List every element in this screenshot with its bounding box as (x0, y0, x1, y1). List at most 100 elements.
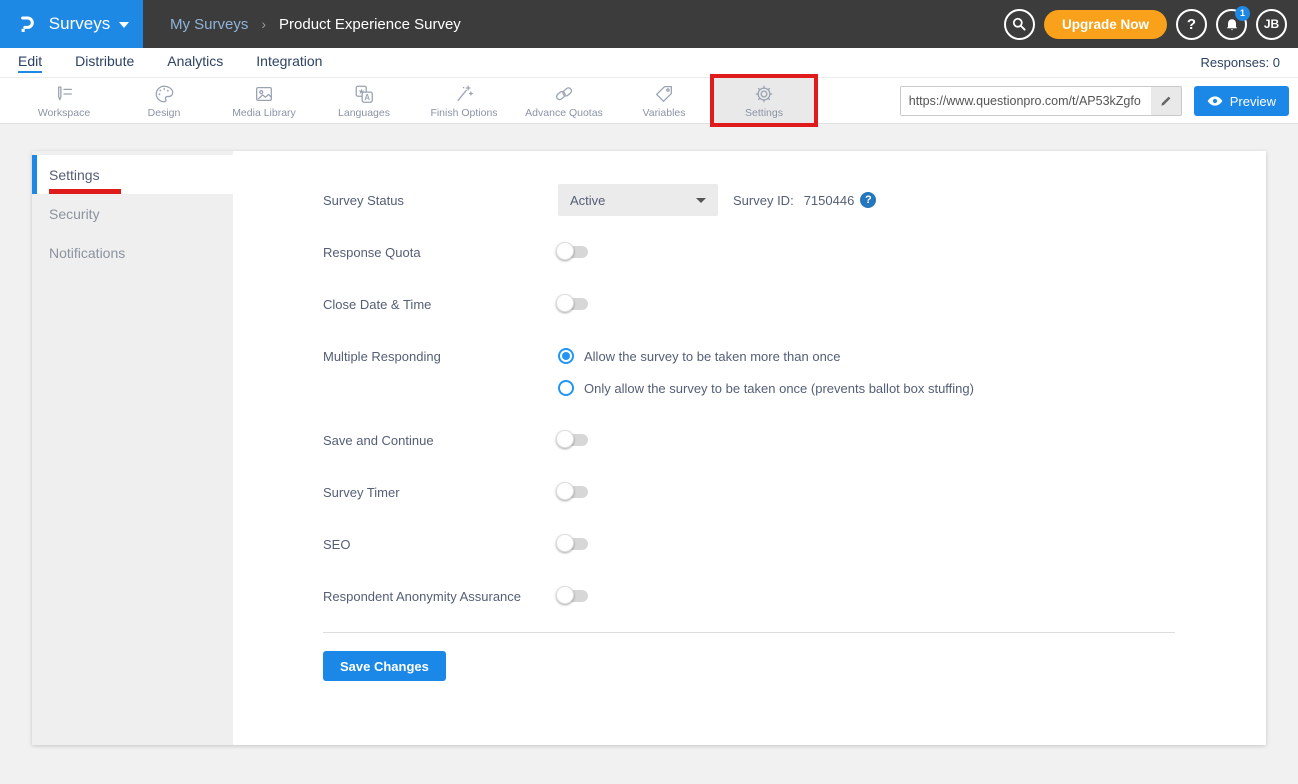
form-divider (323, 632, 1175, 633)
radio-unselected-icon (558, 380, 574, 396)
respondent-anonymity-label: Respondent Anonymity Assurance (323, 589, 558, 604)
pencil-icon (1159, 94, 1173, 108)
multiple-responding-row: Multiple Responding Allow the survey to … (323, 340, 1175, 404)
toolbar-item-advance-quotas[interactable]: Advance Quotas (514, 78, 614, 123)
survey-url-input[interactable] (901, 87, 1151, 115)
close-date-time-row: Close Date & Time (323, 288, 1175, 320)
edit-url-button[interactable] (1151, 87, 1181, 115)
question-mark-icon: ? (1187, 16, 1196, 33)
survey-status-row: Survey Status Active Survey ID: 7150446 … (323, 184, 1175, 216)
survey-nav: Edit Distribute Analytics Integration Re… (0, 48, 1298, 77)
toggle-knob (556, 534, 574, 552)
sidebar-item-label: Settings (49, 167, 100, 183)
save-and-continue-toggle[interactable] (558, 434, 588, 446)
search-button[interactable] (1004, 9, 1035, 40)
edit-toolbar: Workspace Design Media Library ★ A Langu… (0, 77, 1298, 124)
product-menu-label: Surveys (49, 14, 110, 34)
radio-option-allow-multiple[interactable]: Allow the survey to be taken more than o… (558, 340, 974, 372)
nav-tab-distribute[interactable]: Distribute (75, 53, 134, 73)
notifications-button[interactable]: 1 (1216, 9, 1247, 40)
top-header: Surveys My Surveys › Product Experience … (0, 0, 1298, 48)
save-changes-button[interactable]: Save Changes (323, 651, 446, 681)
breadcrumb: My Surveys › Product Experience Survey (170, 16, 461, 33)
radio-option-label: Allow the survey to be taken more than o… (584, 349, 841, 364)
sidebar-item-settings[interactable]: Settings (32, 155, 233, 194)
settings-form: Survey Status Active Survey ID: 7150446 … (233, 151, 1266, 745)
radio-option-label: Only allow the survey to be taken once (… (584, 381, 974, 396)
response-quota-label: Response Quota (323, 245, 558, 260)
avatar-initials: JB (1264, 17, 1279, 31)
toolbar-label-variables: Variables (643, 107, 686, 119)
toolbar-item-settings[interactable]: Settings (714, 78, 814, 123)
chevron-down-icon (696, 198, 706, 203)
surveys-product-menu[interactable]: Surveys (0, 0, 143, 48)
survey-id-group: Survey ID: 7150446 (733, 193, 854, 208)
survey-id-label: Survey ID: (733, 193, 794, 208)
save-and-continue-row: Save and Continue (323, 424, 1175, 456)
nav-tab-integration[interactable]: Integration (256, 53, 322, 73)
survey-id-help-icon[interactable]: ? (860, 192, 876, 208)
toolbar-item-finish-options[interactable]: Finish Options (414, 78, 514, 123)
toolbar-item-media-library[interactable]: Media Library (214, 78, 314, 123)
responses-count: Responses: 0 (1201, 55, 1281, 70)
header-actions: Upgrade Now ? 1 JB (1004, 9, 1298, 40)
toolbar-item-languages[interactable]: ★ A Languages (314, 78, 414, 123)
advance-quotas-links-icon (553, 83, 575, 105)
breadcrumb-current-survey-title: Product Experience Survey (279, 16, 461, 33)
close-date-time-toggle[interactable] (558, 298, 588, 310)
preview-button[interactable]: Preview (1194, 86, 1289, 116)
languages-icon: ★ A (353, 83, 375, 105)
toolbar-item-variables[interactable]: Variables (614, 78, 714, 123)
toggle-knob (556, 242, 574, 260)
notification-count-badge: 1 (1235, 6, 1250, 21)
toolbar-label-settings: Settings (745, 107, 783, 119)
seo-label: SEO (323, 537, 558, 552)
search-icon (1011, 16, 1027, 32)
user-avatar[interactable]: JB (1256, 9, 1287, 40)
toolbar-item-design[interactable]: Design (114, 78, 214, 123)
survey-status-select[interactable]: Active (558, 184, 718, 216)
respondent-anonymity-row: Respondent Anonymity Assurance (323, 580, 1175, 612)
seo-toggle[interactable] (558, 538, 588, 550)
save-and-continue-label: Save and Continue (323, 433, 558, 448)
breadcrumb-separator-icon: › (261, 16, 266, 32)
sidebar-item-label: Security (49, 206, 100, 222)
sidebar-item-label: Notifications (49, 245, 125, 261)
toolbar-label-design: Design (148, 107, 181, 119)
response-quota-row: Response Quota (323, 236, 1175, 268)
chevron-down-icon (119, 22, 129, 28)
toolbar-item-workspace[interactable]: Workspace (14, 78, 114, 123)
svg-text:A: A (364, 92, 370, 101)
radio-option-only-once[interactable]: Only allow the survey to be taken once (… (558, 372, 974, 404)
multiple-responding-options: Allow the survey to be taken more than o… (558, 340, 974, 404)
survey-timer-toggle[interactable] (558, 486, 588, 498)
response-quota-toggle[interactable] (558, 246, 588, 258)
preview-label: Preview (1230, 94, 1276, 109)
toggle-knob (556, 294, 574, 312)
survey-share-url-group (900, 86, 1182, 116)
survey-status-value: Active (570, 193, 605, 208)
content-area: Settings Security Notifications Survey S… (0, 124, 1298, 745)
eye-icon (1207, 95, 1223, 107)
toolbar-label-languages: Languages (338, 107, 390, 119)
finish-options-wand-icon (453, 83, 475, 105)
settings-card: Settings Security Notifications Survey S… (32, 151, 1266, 745)
toolbar-label-advance-quotas: Advance Quotas (525, 107, 603, 119)
respondent-anonymity-toggle[interactable] (558, 590, 588, 602)
help-button[interactable]: ? (1176, 9, 1207, 40)
toolbar-label-finish-options: Finish Options (430, 107, 497, 119)
sidebar-item-notifications[interactable]: Notifications (32, 233, 233, 272)
radio-selected-icon (558, 348, 574, 364)
breadcrumb-my-surveys[interactable]: My Surveys (170, 16, 248, 33)
toggle-knob (556, 430, 574, 448)
sidebar-item-security[interactable]: Security (32, 194, 233, 233)
upgrade-now-button[interactable]: Upgrade Now (1044, 10, 1167, 39)
multiple-responding-label: Multiple Responding (323, 340, 558, 364)
nav-tab-analytics[interactable]: Analytics (167, 53, 223, 73)
toolbar-label-workspace: Workspace (38, 107, 90, 119)
survey-timer-row: Survey Timer (323, 476, 1175, 508)
close-date-time-label: Close Date & Time (323, 297, 558, 312)
workspace-icon (53, 83, 75, 105)
nav-tab-edit[interactable]: Edit (18, 53, 42, 73)
seo-row: SEO (323, 528, 1175, 560)
